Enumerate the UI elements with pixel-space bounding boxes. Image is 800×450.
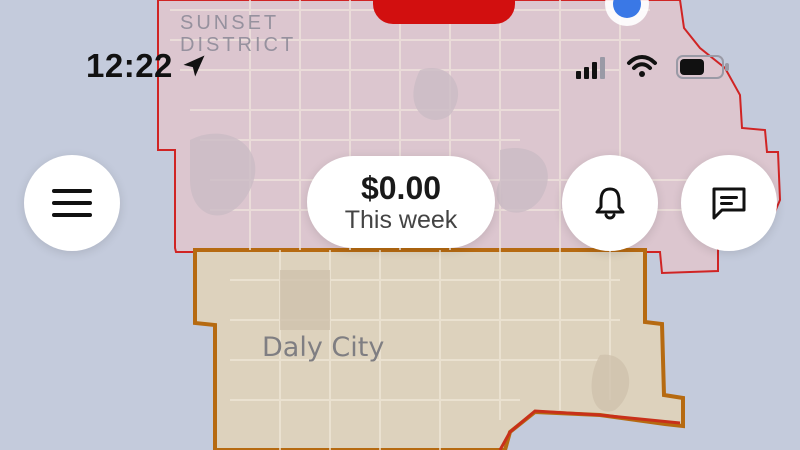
city-label: Daly City	[262, 332, 385, 363]
earnings-period: This week	[344, 206, 458, 234]
bell-icon	[595, 187, 625, 220]
status-bar: 12:22	[0, 0, 800, 100]
chat-bubble-icon	[712, 187, 746, 220]
location-arrow-icon	[183, 55, 205, 77]
wifi-icon	[627, 55, 657, 77]
menu-button[interactable]	[24, 155, 120, 251]
messages-button[interactable]	[681, 155, 777, 251]
battery-icon	[676, 55, 729, 79]
cellular-signal-icon	[576, 57, 605, 79]
status-time: 12:22	[86, 47, 173, 84]
notifications-button[interactable]	[562, 155, 658, 251]
earnings-amount: $0.00	[360, 170, 442, 206]
hamburger-menu-icon	[52, 189, 92, 217]
earnings-summary[interactable]: $0.00 This week	[307, 156, 495, 248]
